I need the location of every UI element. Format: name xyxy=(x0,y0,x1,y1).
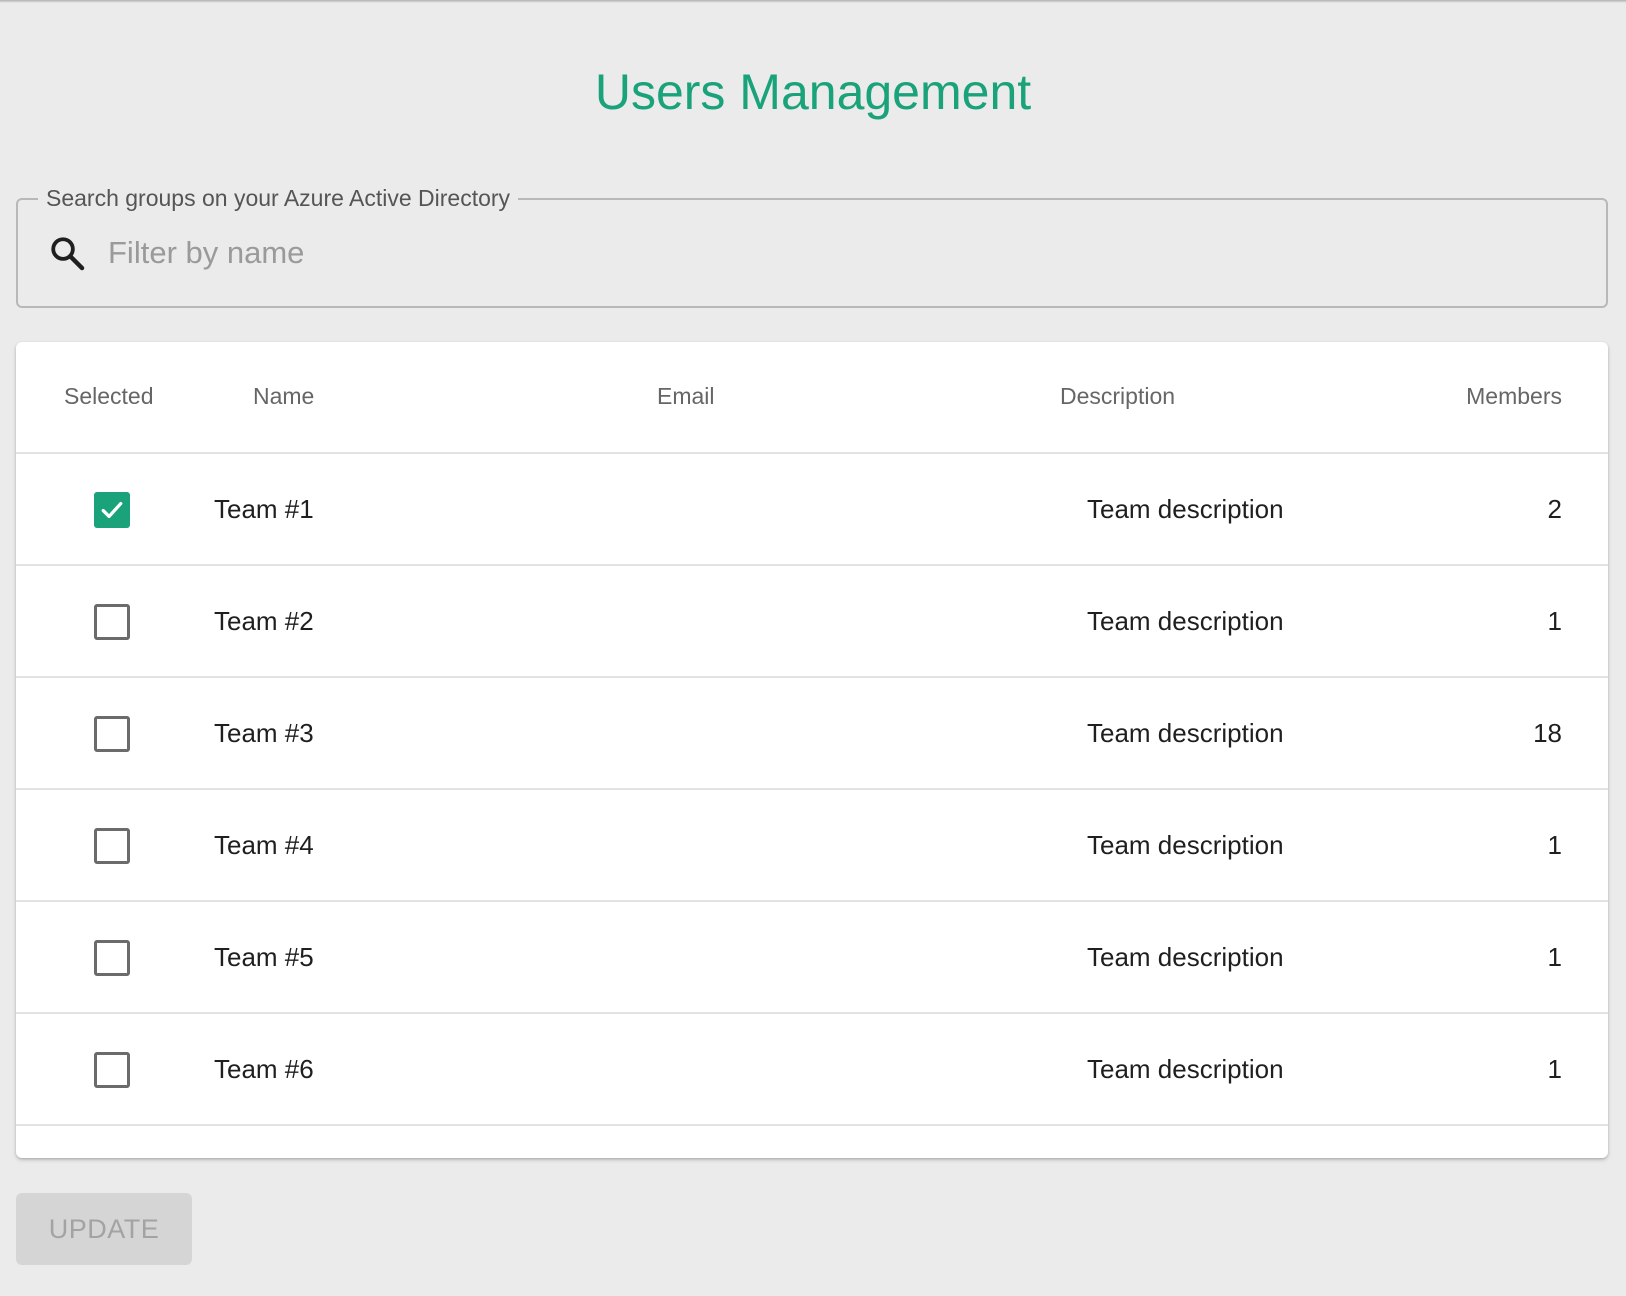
table-header: Selected Name Email Description Members xyxy=(16,342,1608,454)
team-description: Team description xyxy=(1087,942,1284,972)
team-description: Team description xyxy=(1087,830,1284,860)
team-members-count: 2 xyxy=(1547,494,1562,524)
team-description: Team description xyxy=(1087,606,1284,636)
table-row[interactable]: Team #4 Team description 1 xyxy=(16,790,1608,902)
team-name: Team #6 xyxy=(214,1054,314,1084)
team-description: Team description xyxy=(1087,718,1284,748)
groups-table: Selected Name Email Description Members … xyxy=(16,342,1608,1158)
search-icon xyxy=(48,234,86,272)
row-select-checkbox[interactable] xyxy=(94,828,130,864)
search-input[interactable] xyxy=(108,228,1568,278)
team-name: Team #2 xyxy=(214,606,314,636)
row-select-checkbox[interactable] xyxy=(94,492,130,528)
team-name: Team #4 xyxy=(214,830,314,860)
column-header-name[interactable]: Name xyxy=(253,382,314,410)
checkmark-icon xyxy=(101,501,123,519)
team-members-count: 18 xyxy=(1533,718,1562,748)
team-members-count: 1 xyxy=(1547,830,1562,860)
table-row[interactable]: Team #5 Team description 1 xyxy=(16,902,1608,1014)
table-row[interactable]: Team #3 Team description 18 xyxy=(16,678,1608,790)
row-select-checkbox[interactable] xyxy=(94,604,130,640)
column-header-members[interactable]: Members xyxy=(1466,382,1562,410)
row-select-checkbox[interactable] xyxy=(94,1052,130,1088)
column-header-selected[interactable]: Selected xyxy=(64,382,154,410)
team-members-count: 1 xyxy=(1547,1054,1562,1084)
team-name: Team #3 xyxy=(214,718,314,748)
table-row[interactable]: Team #2 Team description 1 xyxy=(16,566,1608,678)
team-name: Team #1 xyxy=(214,494,314,524)
page-title: Users Management xyxy=(594,64,1032,120)
team-description: Team description xyxy=(1087,494,1284,524)
team-description: Team description xyxy=(1087,1054,1284,1084)
update-button[interactable]: UPDATE xyxy=(16,1193,192,1265)
table-row[interactable]: Team #6 Team description 1 xyxy=(16,1014,1608,1126)
team-members-count: 1 xyxy=(1547,606,1562,636)
row-select-checkbox[interactable] xyxy=(94,716,130,752)
table-row[interactable]: Team #1 Team description 2 xyxy=(16,454,1608,566)
row-select-checkbox[interactable] xyxy=(94,940,130,976)
column-header-description[interactable]: Description xyxy=(1060,382,1175,410)
team-members-count: 1 xyxy=(1547,942,1562,972)
top-bar-shadow xyxy=(0,0,1626,3)
team-name: Team #5 xyxy=(214,942,314,972)
column-header-email[interactable]: Email xyxy=(657,382,715,410)
search-label: Search groups on your Azure Active Direc… xyxy=(38,184,519,212)
search-field[interactable]: Search groups on your Azure Active Direc… xyxy=(16,184,1608,308)
